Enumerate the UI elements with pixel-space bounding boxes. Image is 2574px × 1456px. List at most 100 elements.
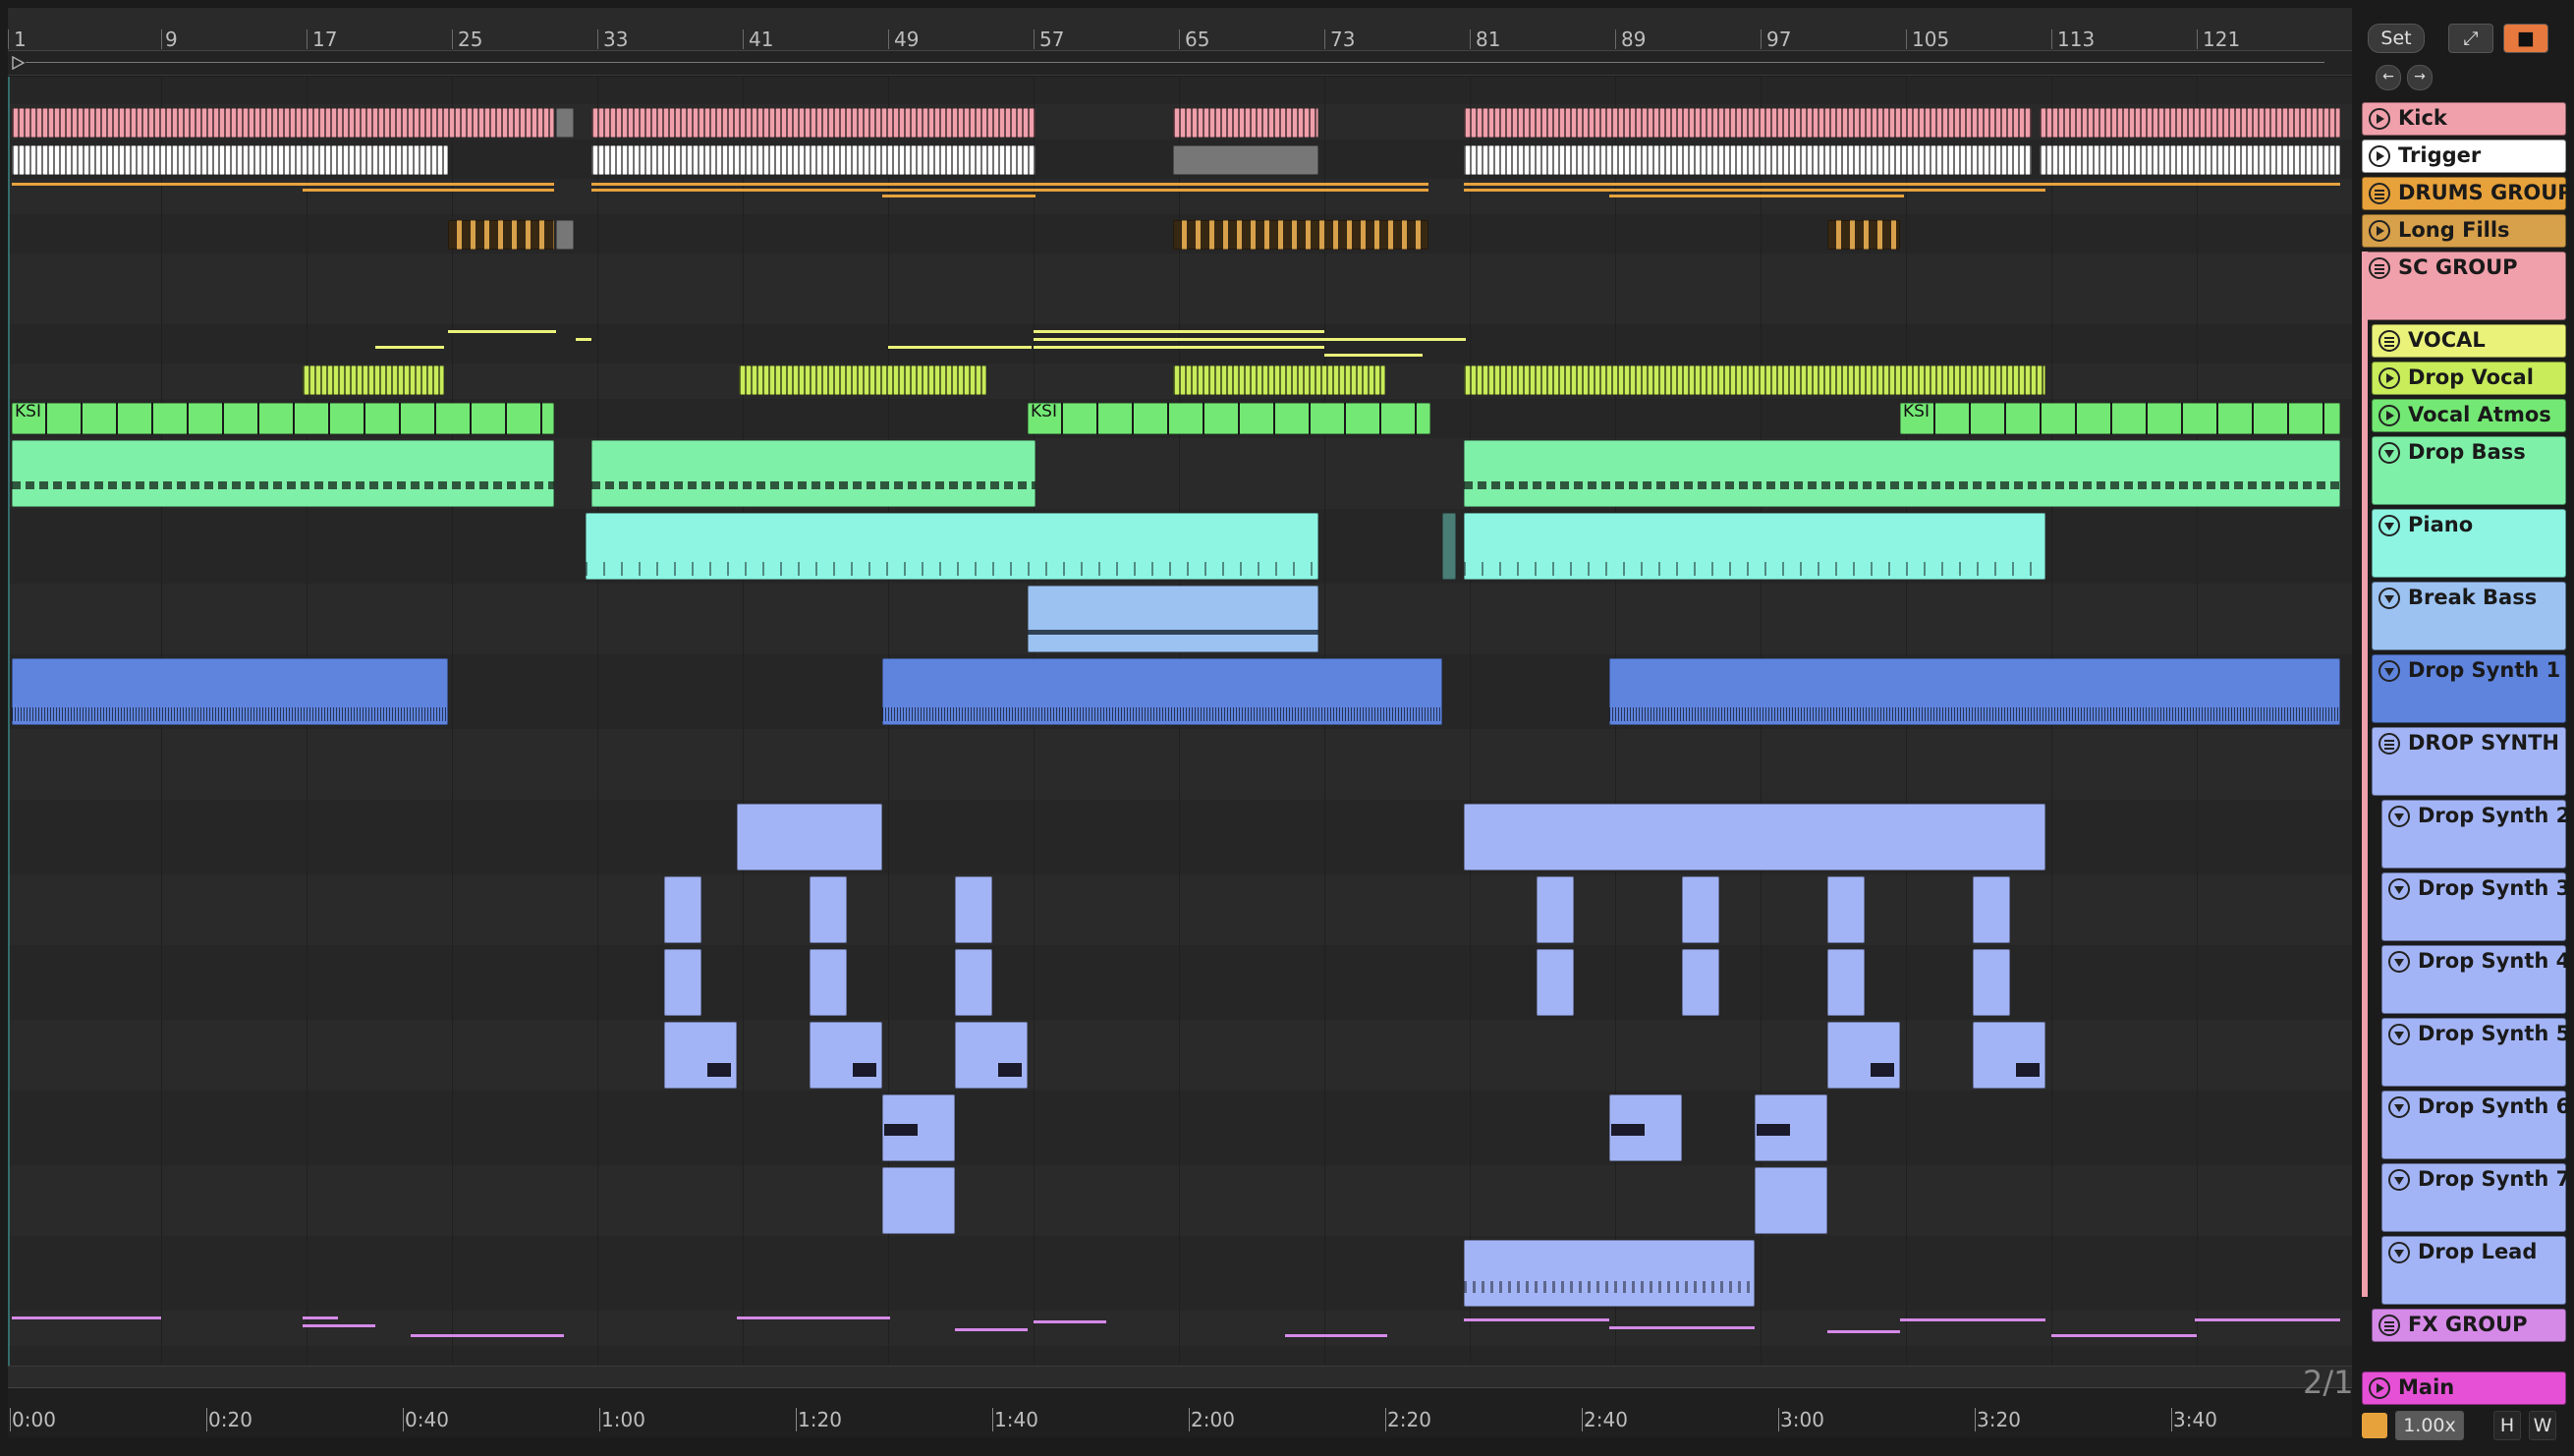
track-drop-bass[interactable]: Drop Bass <box>2372 436 2566 505</box>
horizontal-scrollbar[interactable] <box>8 1366 2352 1388</box>
track-piano[interactable]: Piano <box>2372 509 2566 578</box>
track-drop-synth-6[interactable]: Drop Synth 6 <box>2381 1091 2570 1159</box>
track-drop-synth-2[interactable]: Drop Synth 2 <box>2381 800 2570 868</box>
h-button[interactable]: H <box>2493 1411 2521 1440</box>
piano-clip[interactable] <box>586 513 1318 580</box>
drop-synth-4-clip[interactable] <box>1537 949 1574 1016</box>
track-drop-synth-3[interactable]: Drop Synth 3 <box>2381 872 2570 941</box>
trigger-clip[interactable] <box>1464 145 2032 175</box>
drop-vocal-clip[interactable] <box>739 365 986 395</box>
drop-synth-1-clip[interactable] <box>12 658 448 725</box>
drop-synth-5-clip[interactable] <box>664 1022 737 1089</box>
drop-synth-5-clip[interactable] <box>955 1022 1028 1089</box>
fold-icon[interactable] <box>2388 878 2410 900</box>
trigger-clip[interactable] <box>591 145 1035 175</box>
drop-vocal-clip[interactable] <box>1464 365 2045 395</box>
drop-synth-4-clip[interactable] <box>1973 949 2010 1016</box>
group-icon[interactable] <box>2378 733 2400 755</box>
piano-clip-disabled[interactable] <box>1442 513 1456 580</box>
track-drop-synth-5[interactable]: Drop Synth 5 <box>2381 1018 2570 1087</box>
piano-clip[interactable] <box>1464 513 2045 580</box>
kick-clip-disabled[interactable] <box>556 108 574 138</box>
fold-icon[interactable] <box>2378 515 2400 536</box>
drop-synth-4-clip[interactable] <box>664 949 701 1016</box>
drop-bass-clip[interactable] <box>591 440 1035 507</box>
track-main[interactable]: Main <box>2362 1372 2566 1405</box>
track-trigger[interactable]: Trigger <box>2362 140 2566 173</box>
group-icon[interactable] <box>2378 1315 2400 1336</box>
track-sc-group[interactable]: SC GROUP <box>2362 252 2566 320</box>
fold-icon[interactable] <box>2388 951 2410 973</box>
group-icon[interactable] <box>2378 330 2400 352</box>
drop-synth-3-clip[interactable] <box>955 876 992 943</box>
track-break-bass[interactable]: Break Bass <box>2372 582 2566 650</box>
trigger-clip[interactable] <box>12 145 448 175</box>
fold-icon[interactable] <box>2378 442 2400 464</box>
track-drop-synth-1[interactable]: Drop Synth 1 <box>2372 654 2566 723</box>
track-drop-lead[interactable]: Drop Lead <box>2381 1236 2566 1305</box>
drop-synth-6-clip[interactable] <box>882 1094 955 1161</box>
forward-arrow-icon[interactable]: → <box>2407 65 2433 90</box>
vocal-atmos-clip[interactable]: KSI <box>1900 403 2340 434</box>
fold-icon[interactable] <box>2378 660 2400 682</box>
play-icon[interactable] <box>2369 220 2390 242</box>
drop-synth-4-clip[interactable] <box>1827 949 1865 1016</box>
fold-icon[interactable] <box>2388 1169 2410 1191</box>
play-icon[interactable] <box>2378 367 2400 389</box>
drop-synth-4-clip[interactable] <box>1682 949 1719 1016</box>
arrangement-canvas[interactable]: KSI KSI KSI <box>8 77 2352 1366</box>
drop-synth-5-clip[interactable] <box>1827 1022 1900 1089</box>
long-fills-clip-disabled[interactable] <box>556 220 574 250</box>
drop-synth-1-clip[interactable] <box>882 658 1442 725</box>
drop-bass-clip[interactable] <box>12 440 554 507</box>
long-fills-clip[interactable] <box>448 220 554 250</box>
group-icon[interactable] <box>2369 183 2390 204</box>
expand-button[interactable]: ⤢ <box>2448 24 2493 53</box>
track-drop-synth-7[interactable]: Drop Synth 7 <box>2381 1163 2570 1232</box>
drop-synth-3-clip[interactable] <box>1973 876 2010 943</box>
drop-synth-2-clip[interactable] <box>1464 804 2045 870</box>
long-fills-clip[interactable] <box>1827 220 1900 250</box>
track-drop-vocal[interactable]: Drop Vocal <box>2372 362 2566 395</box>
vocal-atmos-clip[interactable]: KSI <box>12 403 554 434</box>
track-drop-synth-group[interactable]: DROP SYNTH <box>2372 727 2566 796</box>
drop-synth-4-clip[interactable] <box>810 949 847 1016</box>
zoom-display[interactable]: 1.00x <box>2395 1411 2464 1440</box>
play-icon[interactable] <box>2369 1377 2390 1399</box>
drop-vocal-clip[interactable] <box>1173 365 1385 395</box>
set-button[interactable]: Set <box>2368 24 2425 53</box>
drop-synth-7-clip[interactable] <box>882 1167 955 1234</box>
drop-synth-3-clip[interactable] <box>1537 876 1574 943</box>
drop-synth-1-clip[interactable] <box>1609 658 2340 725</box>
drop-synth-5-clip[interactable] <box>1973 1022 2045 1089</box>
trigger-clip[interactable] <box>2040 145 2340 175</box>
drop-synth-3-clip[interactable] <box>810 876 847 943</box>
time-ruler[interactable]: 0:00 0:20 0:40 1:00 1:20 1:40 2:00 2:20 … <box>8 1387 2352 1437</box>
fold-icon[interactable] <box>2378 588 2400 609</box>
drop-bass-clip[interactable] <box>1464 440 2340 507</box>
drop-lead-clip[interactable] <box>1464 1240 1755 1307</box>
track-drop-synth-4[interactable]: Drop Synth 4 <box>2381 945 2570 1014</box>
drop-synth-3-clip[interactable] <box>1827 876 1865 943</box>
drop-synth-2-clip[interactable] <box>737 804 882 870</box>
drop-synth-4-clip[interactable] <box>955 949 992 1016</box>
bar-ruler[interactable]: 1 9 17 25 33 41 49 57 65 73 81 89 97 105… <box>8 8 2352 51</box>
kick-clip[interactable] <box>12 108 554 138</box>
track-kick[interactable]: Kick <box>2362 102 2566 136</box>
drop-synth-6-clip[interactable] <box>1755 1094 1827 1161</box>
fold-icon[interactable] <box>2388 1024 2410 1045</box>
drop-synth-7-clip[interactable] <box>1755 1167 1827 1234</box>
trigger-clip-disabled[interactable] <box>1173 145 1318 175</box>
track-vocal[interactable]: VOCAL <box>2372 324 2566 358</box>
kick-clip[interactable] <box>591 108 1035 138</box>
fold-icon[interactable] <box>2388 1242 2410 1263</box>
back-arrow-icon[interactable]: ← <box>2376 65 2401 90</box>
drop-synth-3-clip[interactable] <box>1682 876 1719 943</box>
play-icon[interactable] <box>2378 405 2400 426</box>
drop-synth-3-clip[interactable] <box>664 876 701 943</box>
fold-icon[interactable] <box>2388 806 2410 827</box>
track-drums-group[interactable]: DRUMS GROUP <box>2362 177 2573 210</box>
track-fx-group[interactable]: FX GROUP <box>2372 1309 2566 1342</box>
group-icon[interactable] <box>2369 257 2390 279</box>
kick-clip[interactable] <box>1173 108 1318 138</box>
